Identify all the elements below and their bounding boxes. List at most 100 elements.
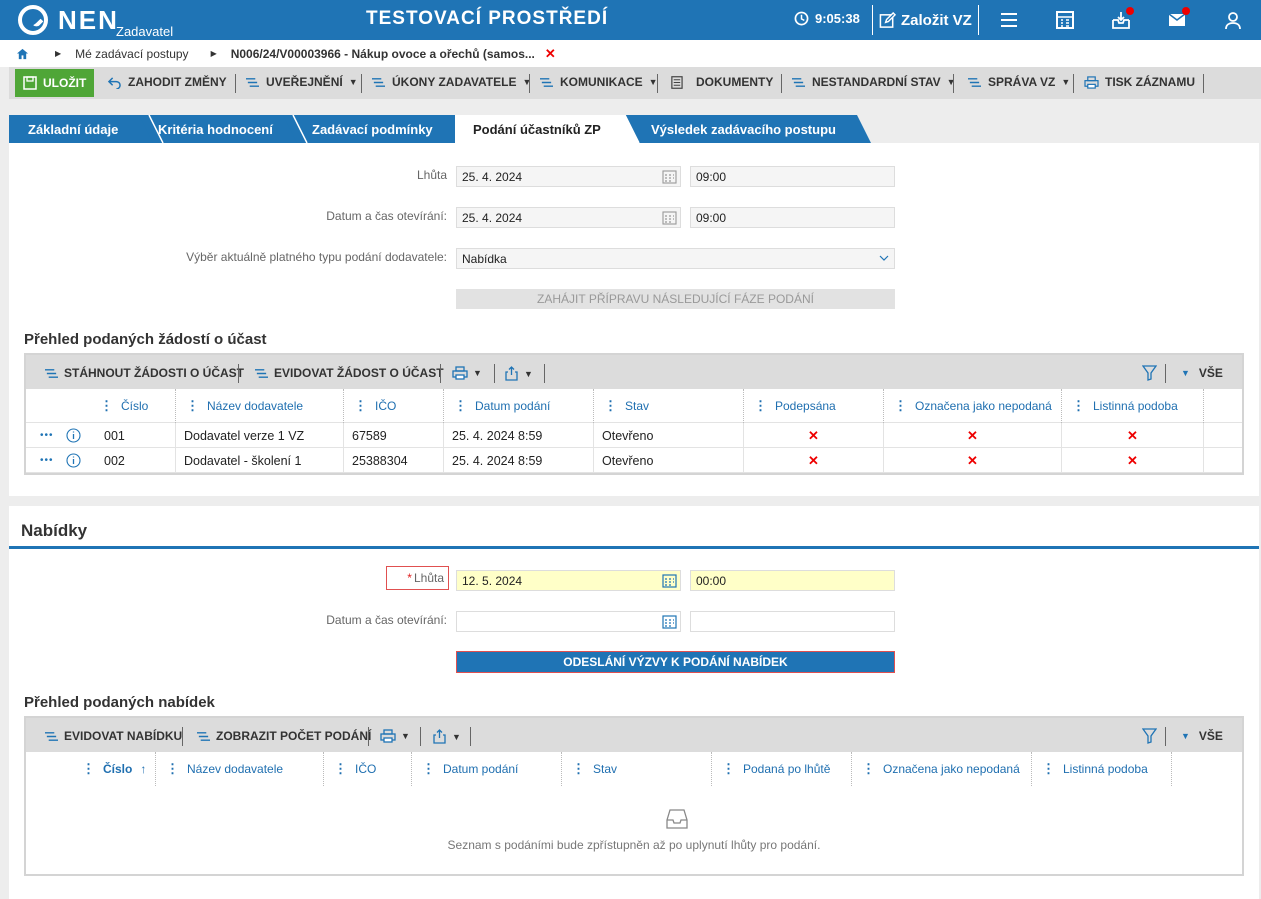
filter-button[interactable]	[1142, 365, 1157, 381]
column-header-date[interactable]: ⋮ Datum podání	[444, 389, 594, 423]
offers-grid-toolbar: EVIDOVAT NABÍDKU ZOBRAZIT POČET PODÁNÍ ▼…	[26, 718, 1242, 752]
view-all-menu[interactable]: ▼ VŠE	[1181, 366, 1223, 380]
column-header-state[interactable]: ⋮ Stav	[594, 389, 744, 423]
publish-menu[interactable]: UVEŘEJNĚNÍ ▼	[245, 75, 358, 89]
register-offer-button[interactable]: EVIDOVAT NABÍDKU	[44, 729, 182, 743]
tab-procedure-result[interactable]: Výsledek zadávacího postupu	[632, 115, 872, 143]
chevron-down-icon	[879, 255, 889, 261]
column-header-paper[interactable]: ⋮ Listinná podoba	[1062, 389, 1204, 423]
close-icon[interactable]: ✕	[545, 46, 556, 62]
table-row[interactable]: ••• 001 Dodavatel verze 1 VZ 67589 25. 4…	[26, 423, 1242, 448]
cell-unsubmitted: ✕	[884, 448, 1062, 473]
offer-opening-time-field[interactable]	[690, 611, 895, 632]
submission-type-value: Nabídka	[462, 252, 507, 266]
caret-down-icon: ▼	[401, 731, 410, 741]
breadcrumb-item-current[interactable]: N006/24/V00003966 - Nákup ovoce a ořechů…	[231, 47, 535, 61]
action-list-icon	[968, 77, 981, 87]
tab-tender-conditions[interactable]: Zadávací podmínky	[293, 115, 453, 143]
tab-submissions[interactable]: Podání účastníků ZP	[455, 115, 620, 143]
cell-unsubmitted: ✕	[884, 423, 1062, 448]
column-label: Listinná podoba	[1093, 399, 1178, 413]
calendar-icon[interactable]	[662, 614, 677, 629]
info-icon[interactable]	[65, 453, 81, 468]
tender-management-menu[interactable]: SPRÁVA VZ ▼	[967, 75, 1070, 89]
opening-time-field[interactable]: 09:00	[690, 207, 895, 228]
chevron-right-icon: ▶	[55, 49, 62, 58]
table-row[interactable]: ••• 002 Dodavatel - školení 1 25388304 2…	[26, 448, 1242, 473]
home-icon[interactable]	[16, 48, 29, 60]
required-marker: *	[407, 571, 412, 585]
filter-button[interactable]	[1142, 728, 1157, 744]
offer-deadline-label-text: Lhůta	[413, 571, 444, 585]
discard-changes-button[interactable]: ZAHODIT ZMĚNY	[107, 75, 227, 89]
print-record-button[interactable]: TISK ZÁZNAMU	[1084, 75, 1195, 89]
save-button[interactable]: ULOŽIT	[15, 69, 95, 97]
column-header-date[interactable]: ⋮ Datum podání	[412, 752, 562, 786]
tab-evaluation-criteria[interactable]: Kritéria hodnocení	[139, 115, 289, 143]
print-grid-button[interactable]: ▼	[452, 366, 482, 380]
export-grid-button[interactable]: ▼	[504, 366, 533, 381]
column-header-ico[interactable]: ⋮ IČO	[324, 752, 412, 786]
calendar-icon[interactable]	[662, 573, 677, 588]
inbox-tray-icon[interactable]	[1111, 7, 1134, 30]
column-header-late[interactable]: ⋮ Podaná po lhůtě	[712, 752, 852, 786]
applications-grid-toolbar: STÁHNOUT ŽÁDOSTI O ÚČAST EVIDOVAT ŽÁDOST…	[26, 355, 1242, 389]
column-header-supplier[interactable]: ⋮ Název dodavatele	[176, 389, 344, 423]
submission-type-select[interactable]: Nabídka	[456, 248, 895, 269]
mail-icon[interactable]	[1167, 7, 1190, 30]
column-header-paper[interactable]: ⋮ Listinná podoba	[1032, 752, 1172, 786]
column-label: IČO	[375, 399, 397, 413]
environment-title: TESTOVACÍ PROSTŘEDÍ	[366, 8, 609, 29]
create-tender-button[interactable]: Založit VZ	[872, 5, 979, 35]
offer-deadline-date-field[interactable]: 12. 5. 2024	[456, 570, 681, 591]
print-grid-button[interactable]: ▼	[380, 729, 410, 743]
notification-dot	[1126, 7, 1134, 15]
show-submission-count-button[interactable]: ZOBRAZIT POČET PODÁNÍ	[196, 729, 371, 743]
user-icon[interactable]	[1223, 10, 1243, 30]
opening-date-field[interactable]: 25. 4. 2024	[456, 207, 681, 228]
offer-deadline-time-field[interactable]: 00:00	[690, 570, 895, 591]
divider	[470, 727, 471, 746]
column-label: Listinná podoba	[1063, 762, 1148, 776]
column-header-unsubmitted[interactable]: ⋮ Označena jako nepodaná	[884, 389, 1062, 423]
divider	[238, 364, 239, 383]
register-application-button[interactable]: EVIDOVAT ŽÁDOST O ÚČAST	[254, 366, 444, 380]
communication-menu[interactable]: KOMUNIKACE ▼	[539, 75, 658, 89]
column-header-signed[interactable]: ⋮ Podepsána	[744, 389, 884, 423]
menu-icon[interactable]	[999, 10, 1019, 30]
info-icon[interactable]	[65, 428, 81, 443]
nonstandard-state-menu[interactable]: NESTANDARDNÍ STAV ▼	[791, 75, 956, 89]
printer-icon	[452, 366, 468, 380]
calendar-icon[interactable]	[662, 210, 677, 225]
calendar-icon[interactable]	[662, 169, 677, 184]
tab-basic-info[interactable]: Základní údaje	[9, 115, 139, 143]
contracting-actions-menu[interactable]: ÚKONY ZADAVATELE ▼	[371, 75, 531, 89]
start-next-phase-button[interactable]: ZAHÁJIT PŘÍPRAVU NÁSLEDUJÍCÍ FÁZE PODÁNÍ	[456, 289, 895, 309]
breadcrumb-item-my-procedures[interactable]: Mé zadávací postupy	[75, 47, 188, 61]
export-grid-button[interactable]: ▼	[432, 729, 461, 744]
send-invitation-button[interactable]: ODESLÁNÍ VÝZVY K PODÁNÍ NABÍDEK	[456, 651, 895, 673]
column-header-number[interactable]: ⋮ Číslo	[90, 389, 176, 423]
main-toolbar: ULOŽIT ZAHODIT ZMĚNY UVEŘEJNĚNÍ ▼ ÚKONY Z…	[9, 67, 1261, 99]
deadline-date-field[interactable]: 25. 4. 2024	[456, 166, 681, 187]
column-header-state[interactable]: ⋮ Stav	[562, 752, 712, 786]
column-header-supplier[interactable]: ⋮ Název dodavatele	[156, 752, 324, 786]
divider	[544, 364, 545, 383]
calculator-icon[interactable]	[1055, 10, 1075, 30]
deadline-time-field[interactable]: 09:00	[690, 166, 895, 187]
more-options-icon[interactable]: •••	[40, 430, 54, 441]
caret-down-icon: ▼	[946, 77, 956, 87]
column-header-ico[interactable]: ⋮ IČO	[344, 389, 444, 423]
column-header-unsubmitted[interactable]: ⋮ Označena jako nepodaná	[852, 752, 1032, 786]
download-applications-button[interactable]: STÁHNOUT ŽÁDOSTI O ÚČAST	[44, 366, 244, 380]
divider	[440, 364, 441, 383]
more-options-icon[interactable]: •••	[40, 455, 54, 466]
logo-text: NEN	[58, 5, 119, 35]
offer-opening-date-field[interactable]	[456, 611, 681, 632]
documents-button[interactable]: DOKUMENTY	[669, 75, 773, 89]
divider	[361, 74, 362, 93]
actions-label: ÚKONY ZADAVATELE	[392, 75, 517, 89]
view-all-menu[interactable]: ▼ VŠE	[1181, 729, 1223, 743]
document-icon	[671, 75, 683, 89]
column-header-number[interactable]: ⋮ Číslo ↑	[72, 752, 156, 786]
